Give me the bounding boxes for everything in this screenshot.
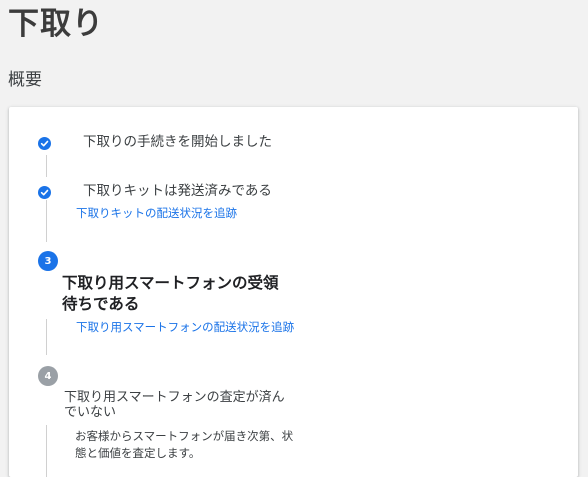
step-description-assessment: お客様からスマートフォンが届き次第、状態と価値を査定します。 (75, 429, 294, 460)
step-connector (46, 200, 47, 242)
track-kit-shipping-link[interactable]: 下取りキットの配送状況を追跡 (76, 205, 237, 221)
step-title-not-assessed: 下取り用スマートフォンの査定が済んでいない (64, 390, 285, 420)
step-title-awaiting-phone: 下取り用スマートフォンの受領待ちである (62, 274, 279, 313)
step-connector (46, 155, 47, 177)
step-title-trade-in-started: 下取りの手続きを開始しました (83, 134, 272, 150)
step-title-kit-shipped: 下取りキットは発送済みである (83, 183, 272, 199)
step-number-badge: 4 (38, 366, 58, 386)
track-phone-shipping-link[interactable]: 下取り用スマートフォンの配送状況を追跡 (76, 319, 294, 335)
section-heading-overview: 概要 (8, 70, 42, 90)
trade-in-status-card: 下取りの手続きを開始しました 下取りキットは発送済みである 下取りキットの配送状… (9, 107, 578, 477)
step-connector (46, 425, 47, 477)
check-circle-icon (38, 137, 51, 150)
step-number-badge: 3 (38, 251, 58, 271)
page-title: 下取り (8, 6, 104, 42)
step-connector (46, 319, 47, 355)
check-circle-icon (38, 186, 51, 199)
